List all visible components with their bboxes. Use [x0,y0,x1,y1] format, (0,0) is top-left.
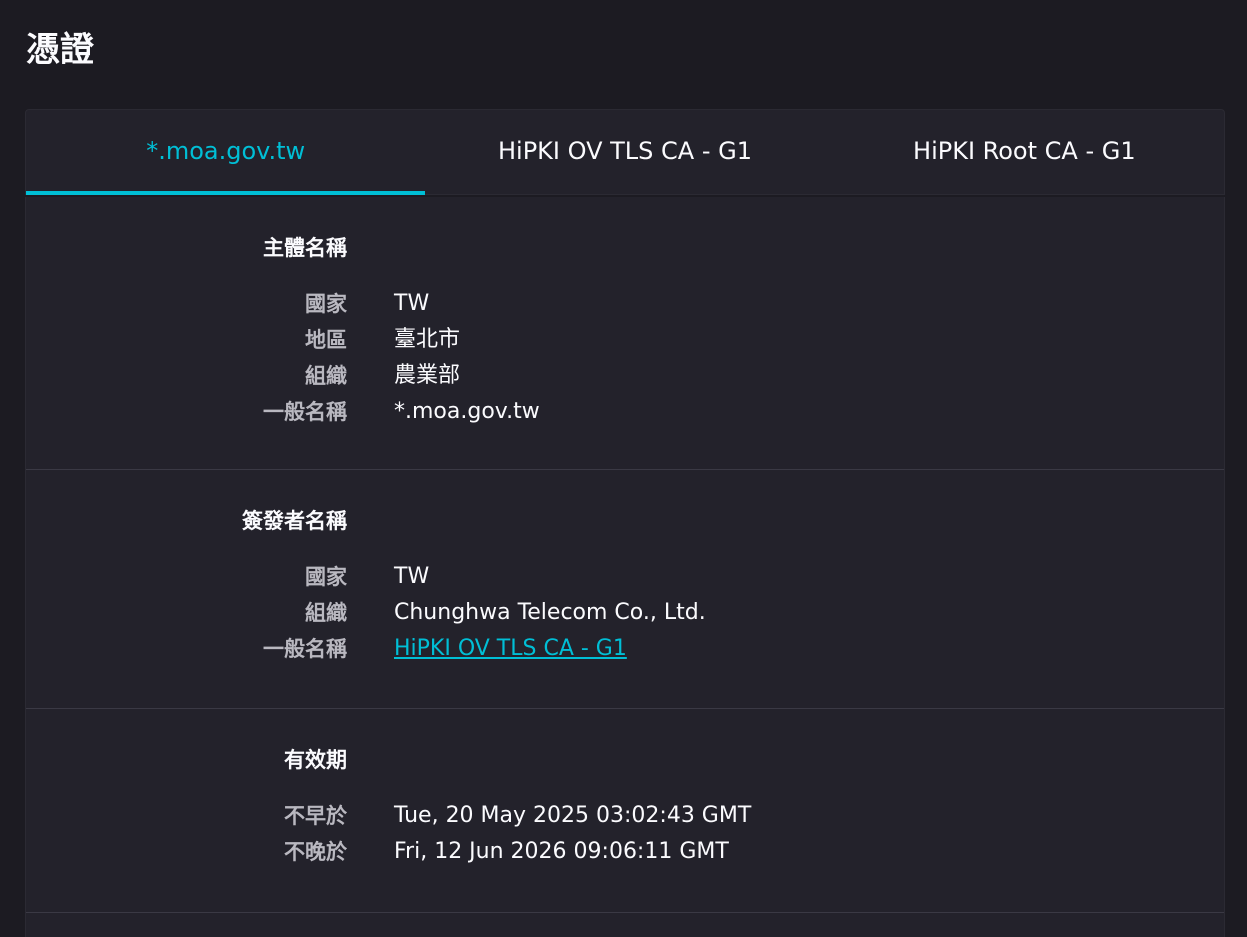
issuer-country-value: TW [394,564,430,589]
subject-name-section: 主體名稱 國家 TW 地區 臺北市 組織 農業部 一般名稱 *.moa.gov.… [26,197,1224,470]
subject-organization-label: 組織 [305,364,347,388]
subject-locality-row: 地區 臺北市 [26,325,1224,361]
issuer-name-title: 簽發者名稱 [242,509,347,533]
issuer-organization-row: 組織 Chunghwa Telecom Co., Ltd. [26,598,1224,634]
tab-moa-gov-tw[interactable]: *.moa.gov.tw [26,110,426,195]
subject-country-row: 國家 TW [26,289,1224,325]
issuer-common-name-label: 一般名稱 [263,637,347,661]
issuer-common-name-link[interactable]: HiPKI OV TLS CA - G1 [394,634,627,664]
validity-rows: 不早於 Tue, 20 May 2025 03:02:43 GMT 不晚於 Fr… [26,801,1224,873]
subject-common-name-row: 一般名稱 *.moa.gov.tw [26,397,1224,433]
not-after-value: Fri, 12 Jun 2026 09:06:11 GMT [394,839,729,864]
subject-name-rows: 國家 TW 地區 臺北市 組織 農業部 一般名稱 *.moa.gov.tw [26,289,1224,433]
not-before-value: Tue, 20 May 2025 03:02:43 GMT [394,803,752,828]
subject-locality-value: 臺北市 [394,327,461,352]
validity-title: 有效期 [284,748,347,772]
subject-locality-label: 地區 [305,328,347,352]
certificate-details-panel: 主體名稱 國家 TW 地區 臺北市 組織 農業部 一般名稱 *.moa.gov.… [25,197,1225,937]
issuer-country-label: 國家 [305,565,347,589]
tab-hipki-ov-tls-ca-g1[interactable]: HiPKI OV TLS CA - G1 [425,110,824,194]
subject-country-value: TW [394,291,430,316]
not-before-row: 不早於 Tue, 20 May 2025 03:02:43 GMT [26,801,1224,837]
not-before-label: 不早於 [284,804,347,828]
page-title: 憑證 [26,30,94,70]
issuer-name-section: 簽發者名稱 國家 TW 組織 Chunghwa Telecom Co., Ltd… [26,470,1224,709]
subject-common-name-label: 一般名稱 [263,400,347,424]
certificate-tab-bar: *.moa.gov.tw HiPKI OV TLS CA - G1 HiPKI … [25,109,1225,195]
subject-common-name-value: *.moa.gov.tw [394,399,540,424]
subject-name-title: 主體名稱 [263,236,347,260]
not-after-row: 不晚於 Fri, 12 Jun 2026 09:06:11 GMT [26,837,1224,873]
not-after-label: 不晚於 [284,840,347,864]
issuer-common-name-row: 一般名稱 HiPKI OV TLS CA - G1 [26,634,1224,670]
subject-organization-row: 組織 農業部 [26,361,1224,397]
validity-section: 有效期 不早於 Tue, 20 May 2025 03:02:43 GMT 不晚… [26,709,1224,913]
issuer-organization-label: 組織 [305,601,347,625]
issuer-country-row: 國家 TW [26,562,1224,598]
tab-hipki-root-ca-g1[interactable]: HiPKI Root CA - G1 [825,110,1224,194]
issuer-name-rows: 國家 TW 組織 Chunghwa Telecom Co., Ltd. 一般名稱… [26,562,1224,670]
issuer-organization-value: Chunghwa Telecom Co., Ltd. [394,600,706,625]
subject-organization-value: 農業部 [394,363,461,388]
subject-country-label: 國家 [305,292,347,316]
